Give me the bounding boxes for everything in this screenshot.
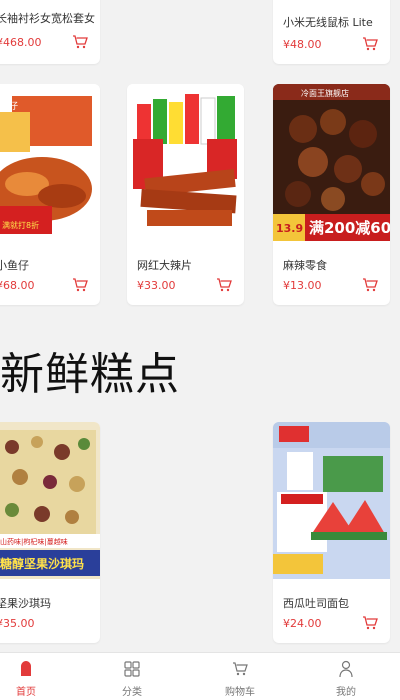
bottom-tab-bar: 首页 分类 购物车 我的	[0, 652, 400, 700]
tab-profile[interactable]: 我的	[316, 653, 376, 700]
product-card-fish[interactable]: 劲仔 满就打8折 小鱼仔 ¥68.00	[0, 84, 100, 305]
watermelon-toast-image	[273, 422, 390, 579]
add-to-cart-icon[interactable]	[362, 615, 378, 631]
grid-icon	[124, 661, 140, 677]
app-viewport: 长袖衬衫女宽松套女 ¥468.00 小米无线鼠标 Lite ¥48.00 劲仔 …	[0, 0, 400, 700]
product-card-spicy-snack[interactable]: 冷面王旗舰店 13.9 满200减60 麻辣零食 ¥13.00	[273, 84, 390, 305]
product-price: ¥24.00	[283, 617, 322, 630]
flavor-tag-text: 山药味|枸杞味|蔓越味	[0, 537, 68, 546]
spicy-strips-image	[127, 84, 244, 241]
product-price: ¥68.00	[0, 279, 35, 292]
product-name: 小鱼仔	[0, 259, 29, 272]
product-card-shirt[interactable]: 长袖衬衫女宽松套女 ¥468.00	[0, 0, 100, 64]
cart-icon	[233, 662, 248, 676]
fish-snack-image: 劲仔 满就打8折	[0, 84, 100, 241]
promo-number: 13.9	[276, 222, 303, 235]
tab-label: 购物车	[225, 687, 255, 698]
add-to-cart-icon[interactable]	[362, 277, 378, 293]
product-price: ¥48.00	[283, 38, 322, 51]
product-image	[127, 84, 244, 241]
add-to-cart-icon[interactable]	[216, 277, 232, 293]
product-price: ¥33.00	[137, 279, 176, 292]
product-image: 冷面王旗舰店 13.9 满200减60	[273, 84, 390, 241]
product-image: 山药味|枸杞味|蔓越味 糖醇坚果沙琪玛	[0, 422, 100, 579]
product-card-spicy-strips[interactable]: 网红大辣片 ¥33.00	[127, 84, 244, 305]
brand-text: 劲仔	[0, 100, 18, 112]
product-name: 坚果沙琪玛	[0, 597, 51, 610]
product-name: 小米无线鼠标 Lite	[283, 16, 373, 29]
user-icon	[339, 660, 353, 678]
product-name: 西瓜吐司面包	[283, 597, 349, 610]
product-price: ¥468.00	[0, 36, 42, 49]
add-to-cart-icon[interactable]	[362, 36, 378, 52]
product-name: 长袖衬衫女宽松套女	[0, 12, 95, 25]
product-card-mouse[interactable]: 小米无线鼠标 Lite ¥48.00	[273, 0, 390, 64]
tab-home[interactable]: 首页	[0, 653, 56, 700]
promo-text: 满200减60	[309, 219, 390, 237]
product-card-watermelon-toast[interactable]: 西瓜吐司面包 ¥24.00	[273, 422, 390, 643]
tab-label: 首页	[16, 687, 36, 698]
tab-category[interactable]: 分类	[102, 653, 162, 700]
banner-text: 糖醇坚果沙琪玛	[0, 556, 84, 571]
add-to-cart-icon[interactable]	[72, 277, 88, 293]
tab-label: 我的	[336, 687, 356, 698]
home-icon	[21, 661, 31, 676]
add-to-cart-icon[interactable]	[72, 34, 88, 50]
tab-label: 分类	[122, 687, 142, 698]
shaqima-image: 山药味|枸杞味|蔓越味 糖醇坚果沙琪玛	[0, 422, 100, 579]
section-title: 新鲜糕点	[0, 349, 180, 400]
tab-cart[interactable]: 购物车	[210, 653, 270, 700]
product-price: ¥35.00	[0, 617, 35, 630]
product-image	[273, 422, 390, 579]
product-name: 网红大辣片	[137, 259, 192, 272]
promo-text: 满就打8折	[2, 220, 39, 230]
product-name: 麻辣零食	[283, 259, 327, 272]
spicy-snack-image: 冷面王旗舰店 13.9 满200减60	[273, 84, 390, 241]
shop-banner-text: 冷面王旗舰店	[301, 88, 349, 98]
product-price: ¥13.00	[283, 279, 322, 292]
product-image: 劲仔 满就打8折	[0, 84, 100, 241]
product-card-shaqima[interactable]: 山药味|枸杞味|蔓越味 糖醇坚果沙琪玛 坚果沙琪玛 ¥35.00	[0, 422, 100, 643]
